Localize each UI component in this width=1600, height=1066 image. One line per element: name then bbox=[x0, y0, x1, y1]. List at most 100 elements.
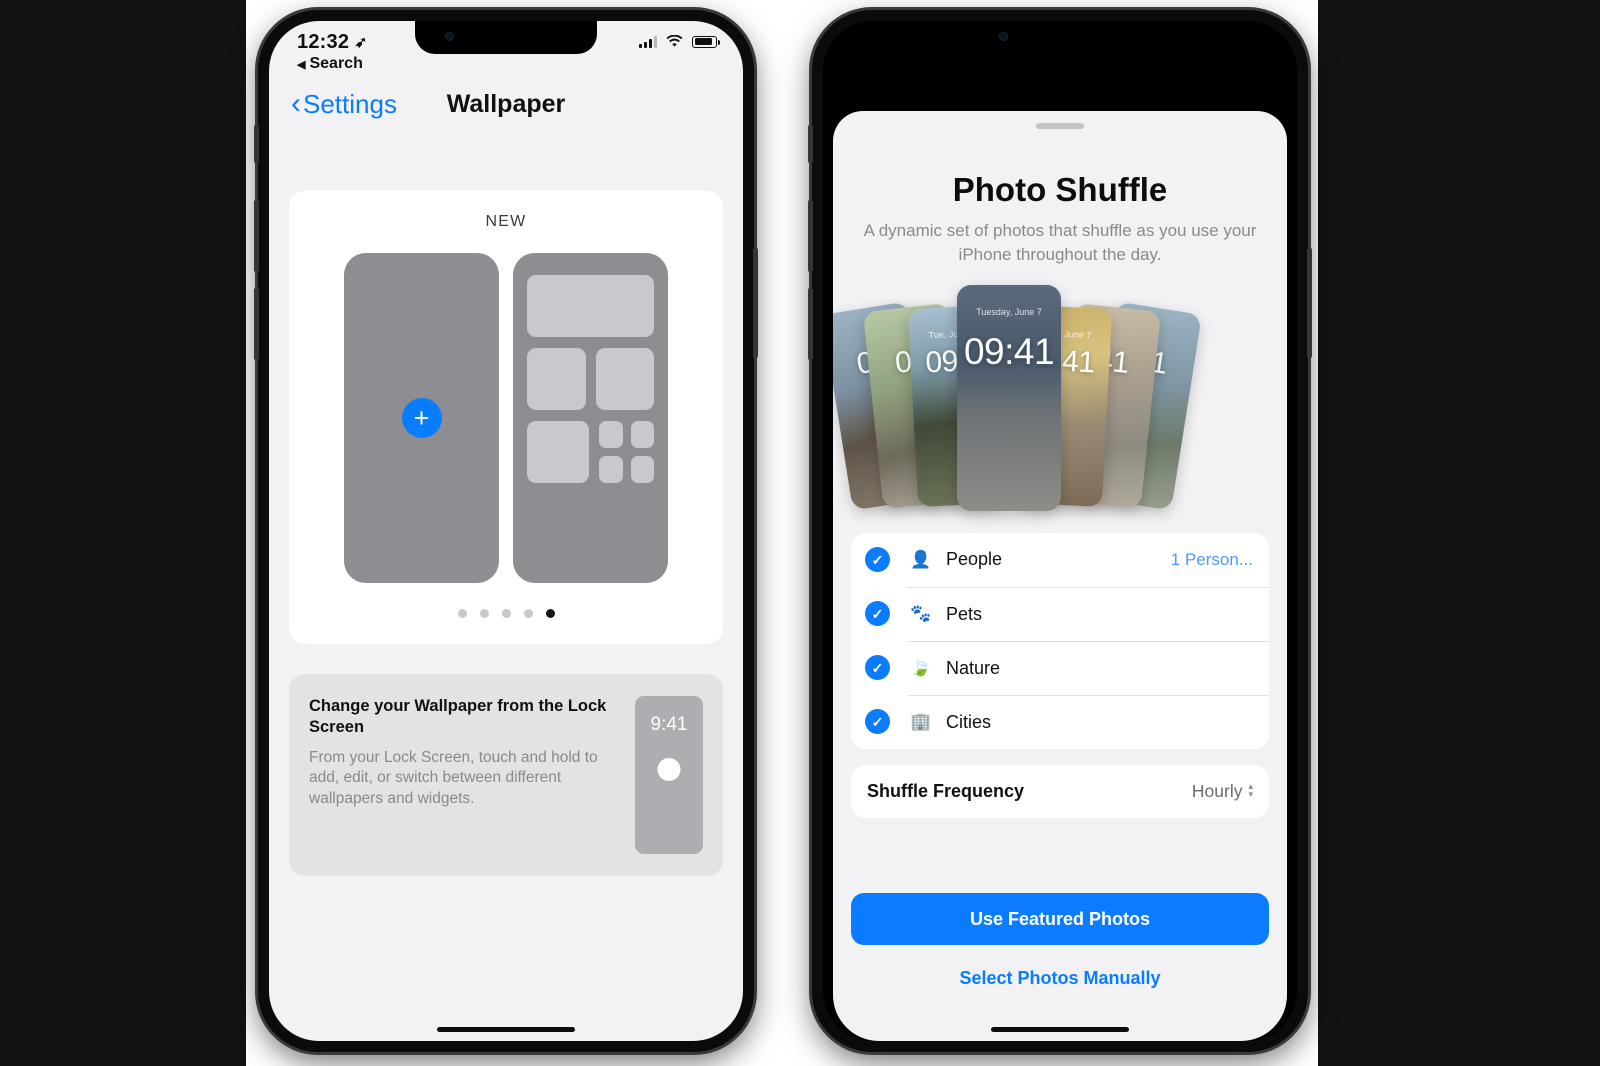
widget-placeholder-large bbox=[527, 275, 654, 337]
add-new-wallpaper-tile[interactable]: + bbox=[344, 253, 499, 583]
home-indicator[interactable] bbox=[991, 1027, 1129, 1032]
lock-screen-tip-card: Change your Wallpaper from the Lock Scre… bbox=[289, 674, 723, 876]
navigation-bar: ‹ Settings Wallpaper bbox=[269, 77, 743, 131]
up-down-chevron-icon: ▴ ▾ bbox=[1248, 781, 1253, 800]
back-to-search-label: Search bbox=[309, 55, 363, 72]
widget-placeholder-small bbox=[599, 421, 623, 448]
category-row[interactable]: ✓ 👤 People 1 Person... bbox=[851, 533, 1269, 587]
widget-placeholder-small bbox=[599, 456, 623, 483]
status-bar-time-group: 12:32 ➶ bbox=[297, 31, 370, 54]
category-label: Pets bbox=[946, 603, 983, 624]
touch-and-hold-indicator-icon bbox=[657, 758, 681, 781]
checkmark-icon[interactable]: ✓ bbox=[865, 547, 890, 573]
widget-placeholder-medium bbox=[527, 421, 589, 483]
back-to-search-button[interactable]: ◀ Search bbox=[297, 55, 363, 73]
wallpaper-preview-row: + bbox=[289, 253, 723, 583]
widget-row-two bbox=[527, 348, 654, 410]
screenshot-stage: 12:32 ➶ ◀ Search ‹ Settings Wallpaper NE… bbox=[0, 0, 1600, 1066]
page-indicator-dots[interactable] bbox=[289, 609, 723, 618]
widget-placeholder-small bbox=[630, 456, 654, 483]
checkmark-icon[interactable]: ✓ bbox=[865, 655, 890, 681]
plus-icon[interactable]: + bbox=[401, 398, 442, 438]
category-label: Cities bbox=[946, 711, 992, 732]
sheet-subtitle: A dynamic set of photos that shuffle as … bbox=[863, 221, 1257, 264]
right-iphone-device: Photo Shuffle A dynamic set of photos th… bbox=[808, 10, 1312, 1052]
shuffle-frequency-row[interactable]: Shuffle Frequency Hourly ▴ ▾ bbox=[851, 764, 1269, 818]
lock-screen-thumbnail-time: 9:41 bbox=[650, 714, 688, 735]
volume-up-button[interactable] bbox=[808, 200, 813, 272]
tip-title: Change your Wallpaper from the Lock Scre… bbox=[309, 697, 607, 737]
widget-layout-preview bbox=[513, 253, 668, 505]
lock-screen-photo-time: 09:41 bbox=[963, 330, 1055, 372]
right-phone-screen: Photo Shuffle A dynamic set of photos th… bbox=[823, 21, 1297, 1041]
leaf-icon: 🍃 bbox=[910, 658, 932, 678]
category-row[interactable]: ✓ 🍃 Nature bbox=[851, 640, 1269, 695]
location-arrow-icon: ➶ bbox=[352, 32, 370, 52]
checkmark-icon[interactable]: ✓ bbox=[865, 601, 890, 627]
widget-row-three bbox=[527, 421, 654, 483]
home-indicator[interactable] bbox=[437, 1027, 575, 1032]
mute-switch[interactable] bbox=[808, 125, 813, 163]
chevron-left-icon: ‹ bbox=[291, 87, 301, 120]
lock-screen-photo-card[interactable]: Tuesday, June 7 09:41 bbox=[957, 284, 1061, 511]
category-row-inner: 🍃 Nature bbox=[908, 640, 1269, 695]
lock-screen-photo-date: Tuesday, June 7 bbox=[976, 306, 1042, 317]
page-dot[interactable] bbox=[545, 609, 555, 618]
cellular-signal-icon bbox=[639, 35, 657, 48]
mute-switch[interactable] bbox=[254, 125, 259, 163]
shuffle-frequency-value-group[interactable]: Hourly ▴ ▾ bbox=[1192, 781, 1253, 802]
category-row-inner: 🐾 Pets bbox=[908, 586, 1269, 641]
left-phone-screen: 12:32 ➶ ◀ Search ‹ Settings Wallpaper NE… bbox=[269, 21, 743, 1041]
category-label: People bbox=[946, 549, 1003, 570]
building-icon: 🏢 bbox=[910, 712, 932, 732]
wifi-icon bbox=[666, 35, 683, 47]
widget-placeholder-medium bbox=[595, 348, 654, 410]
new-wallpaper-card: NEW + bbox=[289, 191, 723, 644]
category-label: Nature bbox=[946, 657, 1001, 678]
widget-small-grid bbox=[599, 421, 654, 483]
front-camera-icon bbox=[999, 32, 1008, 41]
category-row[interactable]: ✓ 🏢 Cities bbox=[851, 694, 1269, 749]
status-bar-time: 12:32 bbox=[297, 31, 350, 53]
category-row[interactable]: ✓ 🐾 Pets bbox=[851, 586, 1269, 641]
category-detail[interactable]: 1 Person... bbox=[1171, 550, 1253, 570]
page-dot[interactable] bbox=[457, 609, 467, 618]
back-triangle-icon: ◀ bbox=[297, 58, 306, 71]
shuffle-frequency-label: Shuffle Frequency bbox=[867, 780, 1025, 801]
back-to-settings-button[interactable]: ‹ Settings bbox=[291, 89, 397, 120]
battery-icon bbox=[692, 35, 720, 48]
person-icon: 👤 bbox=[910, 549, 932, 569]
dimmed-background: Photo Shuffle A dynamic set of photos th… bbox=[823, 21, 1297, 1041]
power-button[interactable] bbox=[753, 248, 758, 358]
select-photos-manually-button[interactable]: Select Photos Manually bbox=[833, 968, 1287, 989]
use-featured-photos-button[interactable]: Use Featured Photos bbox=[851, 893, 1269, 945]
left-iphone-device: 12:32 ➶ ◀ Search ‹ Settings Wallpaper NE… bbox=[254, 10, 758, 1052]
back-to-settings-label: Settings bbox=[303, 88, 397, 119]
page-dot[interactable] bbox=[479, 609, 489, 618]
category-list: ✓ 👤 People 1 Person... ✓ 🐾 Pets ✓ 🍃 Nature ✓ 🏢 Citie… bbox=[851, 532, 1269, 749]
wallpaper-settings-screen: 12:32 ➶ ◀ Search ‹ Settings Wallpaper NE… bbox=[269, 21, 743, 1041]
volume-up-button[interactable] bbox=[254, 200, 259, 272]
widgets-wallpaper-tile[interactable] bbox=[513, 253, 668, 583]
page-dot[interactable] bbox=[523, 609, 533, 618]
volume-down-button[interactable] bbox=[808, 288, 813, 360]
tip-text-block: Change your Wallpaper from the Lock Scre… bbox=[309, 696, 619, 854]
page-dot[interactable] bbox=[501, 609, 511, 618]
sheet-grabber[interactable] bbox=[1036, 123, 1084, 129]
paw-icon: 🐾 bbox=[910, 604, 932, 624]
widget-placeholder-medium bbox=[527, 348, 586, 410]
settings-content: NEW + Change your Wallpaper from the Loc… bbox=[269, 131, 743, 1041]
notch bbox=[969, 21, 1151, 54]
power-button[interactable] bbox=[1307, 248, 1312, 358]
new-section-label: NEW bbox=[485, 213, 527, 230]
status-bar-icons bbox=[639, 31, 720, 48]
lock-screen-thumbnail: 9:41 bbox=[635, 696, 703, 854]
checkmark-icon[interactable]: ✓ bbox=[865, 709, 890, 735]
photo-fan-preview[interactable]: 0909Tue, June 709:4Tuesday, June 709:41T… bbox=[833, 284, 1287, 517]
shuffle-frequency-value: Hourly bbox=[1191, 780, 1243, 801]
volume-down-button[interactable] bbox=[254, 288, 259, 360]
photo-shuffle-sheet: Photo Shuffle A dynamic set of photos th… bbox=[833, 111, 1287, 1041]
sheet-title: Photo Shuffle bbox=[952, 171, 1168, 208]
category-row-inner: 🏢 Cities bbox=[908, 694, 1269, 749]
widget-placeholder-small bbox=[630, 421, 654, 448]
